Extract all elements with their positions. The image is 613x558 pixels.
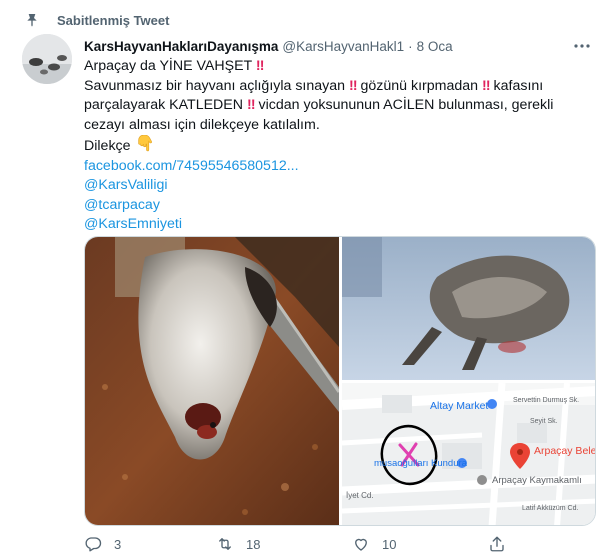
double-exclamation-icon: ‼	[255, 58, 265, 74]
pointing-down-hand-icon	[138, 135, 153, 152]
map-label-arpacay-bele[interactable]: Arpaçay Bele	[534, 445, 595, 457]
share-button[interactable]	[488, 535, 506, 553]
separator-dot: ·	[408, 38, 413, 54]
tweet-line: parçalayarak KATLEDEN ‼ vicdan yoksununu…	[84, 96, 596, 116]
pinned-indicator: Sabitlenmiş Tweet	[27, 10, 170, 30]
tweet-header: KarsHayvanHaklarıDayanışma @KarsHayvanHa…	[84, 37, 593, 55]
text-segment: Arpaçay da YİNE VAHŞET	[84, 58, 252, 74]
photo-dog-on-ground[interactable]	[85, 237, 339, 526]
tweet-line: @tcarpacay	[84, 196, 596, 216]
pin-icon	[27, 14, 37, 27]
double-exclamation-icon: ‼	[482, 77, 491, 94]
mention-tcarpacay[interactable]: @tcarpacay	[84, 197, 160, 213]
text-segment: vicdan yoksununun ACİLEN bulunması, gere…	[258, 97, 554, 113]
tweet-line: @KarsValiligi	[84, 176, 596, 196]
map-label-latif: Latif Akküzüm Cd.	[522, 505, 579, 512]
display-name[interactable]: KarsHayvanHaklarıDayanışma	[84, 39, 278, 54]
tweet-date[interactable]: 8 Oca	[417, 39, 453, 54]
photo-dog-in-snow[interactable]	[342, 237, 596, 380]
text-segment: kafasını	[493, 77, 544, 94]
retweet-button[interactable]: 18	[216, 535, 260, 553]
tweet-line: Arpaçay da YİNE VAHŞET ‼	[84, 57, 596, 77]
like-count: 10	[382, 536, 397, 552]
user-handle[interactable]: @KarsHayvanHakl1	[282, 39, 404, 54]
tweet-line: facebook.com/74595546580512...	[84, 157, 596, 177]
share-icon	[490, 536, 504, 552]
map-label-iyet: İyet Cd.	[346, 491, 374, 500]
map-screenshot[interactable]: Altay Market Servettin Durmuş Sk. Seyit …	[342, 383, 595, 525]
double-exclamation-icon: ‼	[348, 77, 358, 94]
avatar[interactable]	[22, 34, 72, 84]
text-segment: Dilekçe	[84, 138, 131, 154]
pinned-label: Sabitlenmiş Tweet	[57, 12, 170, 28]
retweet-icon	[219, 538, 231, 550]
text-segment: parçalayarak KATLEDEN	[84, 97, 244, 113]
mention-karsvaliligi[interactable]: @KarsValiligi	[84, 177, 168, 193]
tweet-text: Arpaçay da YİNE VAHŞET ‼ Savunmasız bir …	[84, 57, 596, 235]
map-label-seyit: Seyit Sk.	[530, 418, 558, 425]
reply-icon	[85, 537, 102, 552]
mention-karsemniyeti[interactable]: @KarsEmniyeti	[84, 216, 182, 232]
retweet-count: 18	[246, 536, 261, 552]
tweet-line: Dilekçe	[84, 135, 596, 157]
double-exclamation-icon: ‼	[246, 97, 256, 113]
tweet-line: cezayı alması için dilekçeye katılalım.	[84, 116, 596, 136]
text-segment: gözünü kırpmadan	[360, 77, 479, 94]
tweet-actions: 3 18 10	[84, 535, 596, 555]
text-segment: cezayı alması için dilekçeye katılalım.	[84, 116, 320, 133]
more-options-icon[interactable]	[573, 41, 591, 51]
reply-count: 3	[114, 536, 122, 552]
map-label-musaoglu[interactable]: musaoğulları Kundura	[374, 458, 467, 469]
heart-icon	[355, 538, 367, 551]
media-grid: Altay Market Servettin Durmuş Sk. Seyit …	[84, 236, 596, 526]
like-button[interactable]: 10	[352, 535, 396, 553]
reply-button[interactable]: 3	[84, 535, 121, 553]
map-label-servettin: Servettin Durmuş Sk.	[513, 397, 580, 404]
facebook-link[interactable]: facebook.com/74595546580512...	[84, 158, 299, 174]
tweet-line: @KarsEmniyeti	[84, 215, 596, 235]
map-label-kaymakam[interactable]: Arpaçay Kaymakamlı	[492, 475, 582, 486]
text-segment: Savunmasız bir hayvanı açlığıyla sınayan	[84, 77, 346, 94]
tweet-line: Savunmasız bir hayvanı açlığıyla sınayan…	[84, 77, 596, 97]
map-label-altay[interactable]: Altay Market	[430, 400, 488, 412]
